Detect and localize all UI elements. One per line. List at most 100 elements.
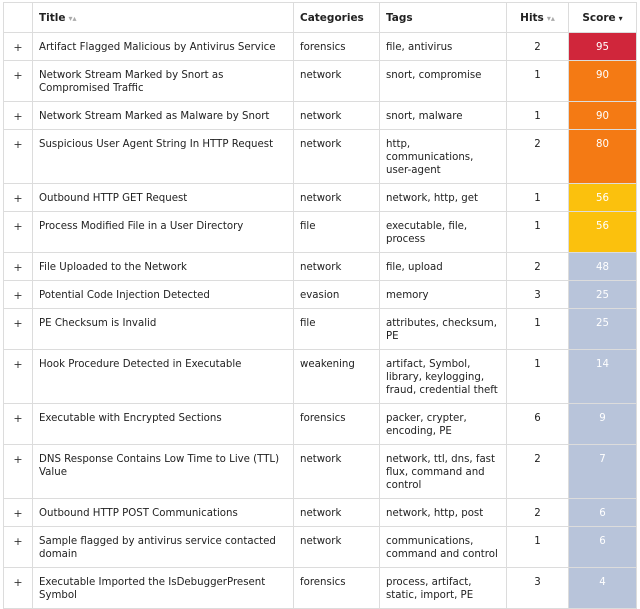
expand-row-icon[interactable]: +	[3, 32, 33, 61]
table-row[interactable]: + Network Stream Marked as Malware by Sno…	[3, 101, 637, 130]
expand-row-icon[interactable]: +	[3, 280, 33, 309]
row-category: network	[293, 252, 380, 281]
row-title: Process Modified File in a User Director…	[32, 211, 294, 253]
expand-row-icon[interactable]: +	[3, 252, 33, 281]
table-row[interactable]: + File Uploaded to the Network network file…	[3, 252, 637, 281]
expand-row-icon[interactable]: +	[3, 526, 33, 568]
expand-row-icon[interactable]: +	[3, 129, 33, 184]
row-hits: 1	[506, 526, 569, 568]
table-row[interactable]: + Process Modified File in a User Directo…	[3, 211, 637, 253]
expand-row-icon[interactable]: +	[3, 308, 33, 350]
row-tags: memory	[379, 280, 507, 309]
table-row[interactable]: + PE Checksum is Invalid file attributes, c…	[3, 308, 637, 350]
tags-column-header[interactable]: Tags	[379, 2, 507, 33]
row-tags: snort, compromise	[379, 60, 507, 102]
row-title: File Uploaded to the Network	[32, 252, 294, 281]
row-score: 80	[568, 129, 637, 184]
row-tags: network, http, get	[379, 183, 507, 212]
categories-column-header[interactable]: Categories	[293, 2, 380, 33]
row-tags: snort, malware	[379, 101, 507, 130]
row-category: network	[293, 526, 380, 568]
row-score: 95	[568, 32, 637, 61]
row-score: 14	[568, 349, 637, 404]
sort-descending-icon[interactable]: ▾	[619, 14, 623, 23]
row-category: forensics	[293, 403, 380, 445]
table-row[interactable]: + Outbound HTTP GET Request network network…	[3, 183, 637, 212]
row-title: Artifact Flagged Malicious by Antivirus …	[32, 32, 294, 61]
row-score: 4	[568, 567, 637, 609]
row-hits: 3	[506, 280, 569, 309]
row-tags: executable, file, process	[379, 211, 507, 253]
expand-row-icon[interactable]: +	[3, 403, 33, 445]
score-value: 80	[596, 139, 609, 150]
score-value: 25	[596, 290, 609, 301]
row-category: forensics	[293, 567, 380, 609]
row-tags: http, communications, user-agent	[379, 129, 507, 184]
row-title: PE Checksum is Invalid	[32, 308, 294, 350]
row-category: network	[293, 129, 380, 184]
table-row[interactable]: + Sample flagged by antivirus service con…	[3, 526, 637, 568]
row-category: file	[293, 308, 380, 350]
row-tags: network, http, post	[379, 498, 507, 527]
row-tags: artifact, Symbol, library, keylogging, f…	[379, 349, 507, 404]
score-value: 14	[596, 359, 609, 370]
row-tags: process, artifact, static, import, PE	[379, 567, 507, 609]
row-tags: file, antivirus	[379, 32, 507, 61]
score-value: 7	[599, 454, 606, 465]
row-hits: 3	[506, 567, 569, 609]
row-hits: 2	[506, 129, 569, 184]
row-category: forensics	[293, 32, 380, 61]
row-hits: 1	[506, 349, 569, 404]
sort-icon[interactable]: ▾▴	[547, 14, 555, 23]
expand-row-icon[interactable]: +	[3, 183, 33, 212]
table-row[interactable]: + Outbound HTTP POST Communications networ…	[3, 498, 637, 527]
row-score: 90	[568, 60, 637, 102]
row-hits: 1	[506, 211, 569, 253]
row-hits: 1	[506, 101, 569, 130]
score-value: 6	[599, 508, 606, 519]
row-title: Hook Procedure Detected in Executable	[32, 349, 294, 404]
row-category: weakening	[293, 349, 380, 404]
expand-row-icon[interactable]: +	[3, 211, 33, 253]
row-tags: packer, crypter, encoding, PE	[379, 403, 507, 445]
score-value: 9	[599, 413, 606, 424]
table-row[interactable]: + DNS Response Contains Low Time to Live …	[3, 444, 637, 499]
expand-row-icon[interactable]: +	[3, 349, 33, 404]
score-value: 90	[596, 70, 609, 81]
row-hits: 1	[506, 60, 569, 102]
expand-row-icon[interactable]: +	[3, 444, 33, 499]
table-row[interactable]: + Executable with Encrypted Sections foren…	[3, 403, 637, 445]
sort-icon[interactable]: ▾▴	[69, 14, 77, 23]
row-score: 9	[568, 403, 637, 445]
row-hits: 2	[506, 444, 569, 499]
row-title: Executable with Encrypted Sections	[32, 403, 294, 445]
row-category: network	[293, 183, 380, 212]
expand-row-icon[interactable]: +	[3, 101, 33, 130]
table-row[interactable]: + Executable Imported the IsDebuggerPrese…	[3, 567, 637, 609]
score-value: 6	[599, 536, 606, 547]
expand-row-icon[interactable]: +	[3, 498, 33, 527]
title-column-header[interactable]: Title ▾▴	[32, 2, 294, 33]
expand-row-icon[interactable]: +	[3, 60, 33, 102]
table-row[interactable]: + Network Stream Marked by Snort as Compr…	[3, 60, 637, 102]
row-title: Suspicious User Agent String In HTTP Req…	[32, 129, 294, 184]
table-row[interactable]: + Artifact Flagged Malicious by Antivirus…	[3, 32, 637, 61]
row-category: file	[293, 211, 380, 253]
row-hits: 2	[506, 498, 569, 527]
row-score: 25	[568, 280, 637, 309]
score-column-header[interactable]: Score ▾	[568, 2, 637, 33]
table-row[interactable]: + Suspicious User Agent String In HTTP Re…	[3, 129, 637, 184]
row-hits: 2	[506, 32, 569, 61]
score-value: 56	[596, 193, 609, 204]
row-score: 56	[568, 211, 637, 253]
expand-row-icon[interactable]: +	[3, 567, 33, 609]
row-tags: file, upload	[379, 252, 507, 281]
table-row[interactable]: + Hook Procedure Detected in Executable we…	[3, 349, 637, 404]
table-row[interactable]: + Potential Code Injection Detected evasio…	[3, 280, 637, 309]
row-title: Outbound HTTP GET Request	[32, 183, 294, 212]
score-value: 95	[596, 42, 609, 53]
hits-column-header[interactable]: Hits ▾▴	[506, 2, 569, 33]
row-score: 48	[568, 252, 637, 281]
row-title: Sample flagged by antivirus service cont…	[32, 526, 294, 568]
row-category: network	[293, 60, 380, 102]
